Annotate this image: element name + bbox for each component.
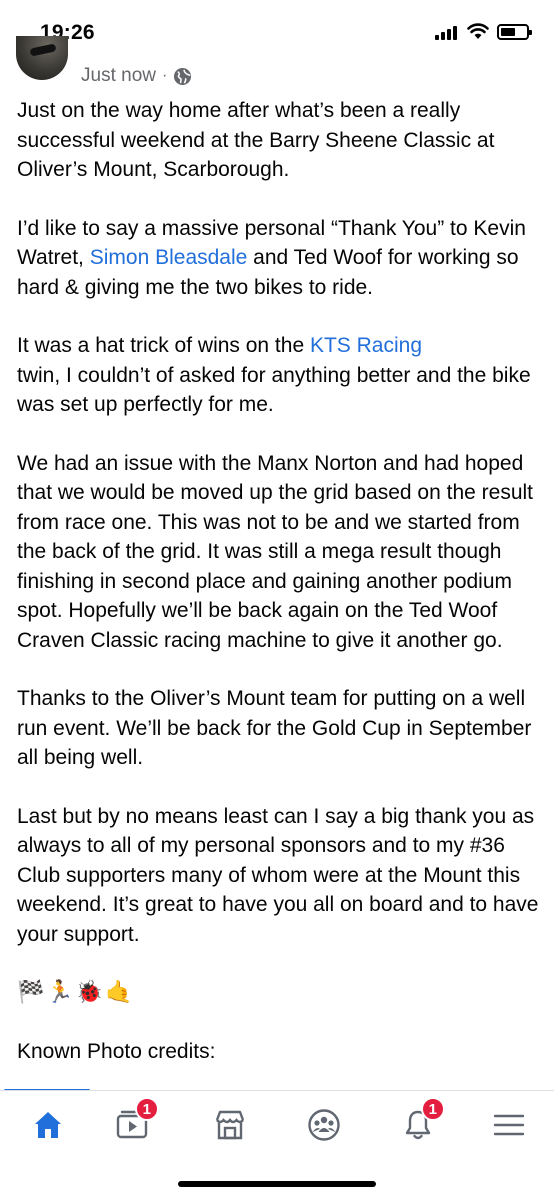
- signal-icon: [435, 26, 457, 40]
- post-paragraph: Thanks to the Oliver’s Mount team for pu…: [17, 684, 547, 773]
- paragraph-text: Thanks to the Oliver’s Mount team for pu…: [17, 687, 532, 769]
- nav-groups[interactable]: [299, 1103, 349, 1147]
- notifications-badge: 1: [420, 1097, 445, 1121]
- globe-icon[interactable]: [173, 67, 192, 86]
- post-paragraph: Last but by no means least can I say a b…: [17, 802, 547, 950]
- emoji: 🐞: [75, 980, 104, 1006]
- nav-menu[interactable]: [484, 1103, 534, 1147]
- post-paragraph: Just on the way home after what’s been a…: [17, 96, 547, 185]
- paragraph-text: Last but by no means least can I say a b…: [17, 804, 539, 946]
- menu-icon: [493, 1114, 525, 1136]
- emoji: 🤙: [105, 980, 133, 1006]
- paragraph-text: It was a hat trick of wins on the: [17, 334, 310, 357]
- nav-watch[interactable]: 1: [107, 1097, 159, 1147]
- battery-icon: [497, 24, 532, 40]
- watch-badge: 1: [134, 1097, 159, 1121]
- post-timestamp[interactable]: Just now: [81, 65, 156, 87]
- emoji-row: 🏁 🏃 🐞 🤙: [17, 978, 547, 1008]
- paragraph-text: twin, I couldn’t of asked for anything b…: [17, 363, 531, 417]
- groups-icon: [308, 1109, 340, 1141]
- post-body: Just on the way home after what’s been a…: [17, 96, 547, 1067]
- meta-separator: ·: [161, 67, 168, 84]
- photo-credits-line: Known Photo credits:: [17, 1037, 547, 1067]
- nav-marketplace[interactable]: [205, 1103, 255, 1147]
- post-paragraph: I’d like to say a massive personal “Than…: [17, 214, 547, 303]
- post-meta: Just now ·: [81, 64, 192, 88]
- nav-notifications[interactable]: 1: [393, 1097, 445, 1147]
- home-icon: [35, 1112, 61, 1138]
- nav-home[interactable]: [23, 1103, 73, 1147]
- wifi-icon: [467, 23, 489, 39]
- emoji: 🏁: [17, 980, 45, 1006]
- avatar[interactable]: [16, 36, 68, 80]
- profile-link[interactable]: Simon Bleasdale: [90, 246, 248, 269]
- home-indicator: [178, 1181, 376, 1187]
- store-icon: [215, 1110, 245, 1140]
- post-paragraph: We had an issue with the Manx Norton and…: [17, 449, 547, 656]
- paragraph-text: We had an issue with the Manx Norton and…: [17, 451, 533, 652]
- profile-link[interactable]: KTS Racing: [310, 334, 422, 357]
- status-bar: 19:26: [0, 0, 554, 56]
- photo-credits-text: Known Photo credits:: [17, 1040, 216, 1063]
- post-paragraph: It was a hat trick of wins on the KTS Ra…: [17, 331, 547, 420]
- paragraph-text: Just on the way home after what’s been a…: [17, 99, 495, 181]
- emoji: 🏃: [46, 980, 74, 1006]
